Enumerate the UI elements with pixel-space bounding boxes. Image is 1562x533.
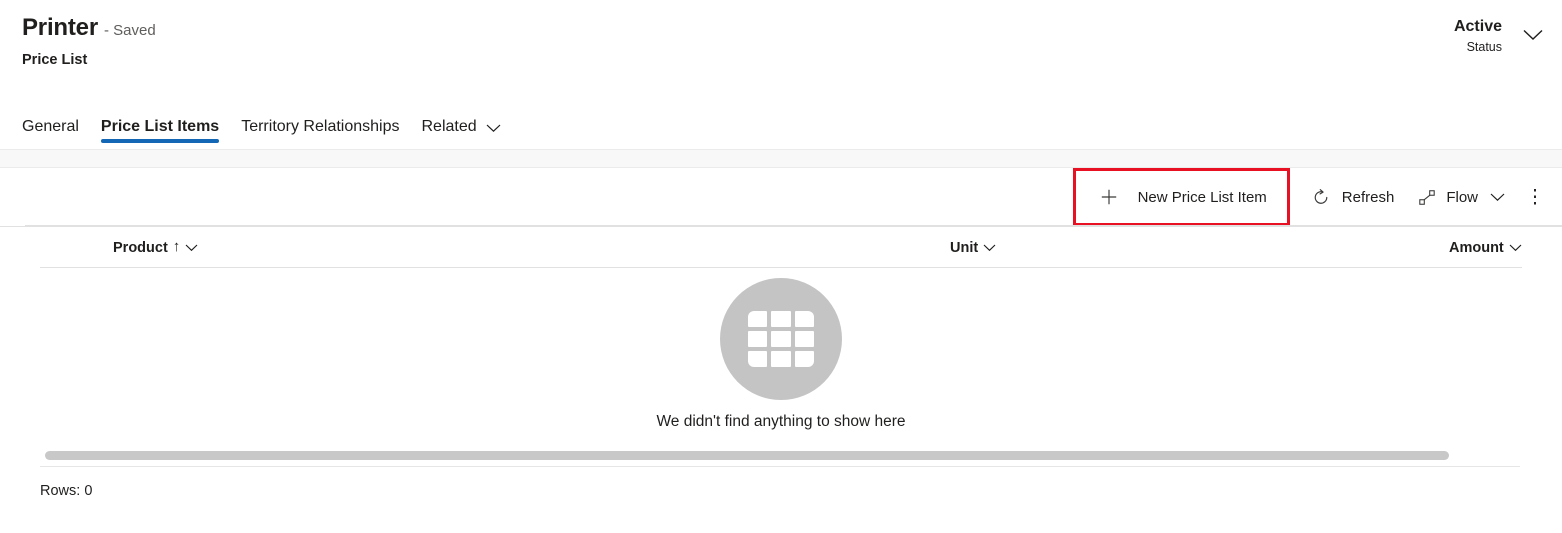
refresh-icon (1312, 188, 1330, 206)
column-label: Amount (1449, 239, 1504, 256)
grid-glyph (748, 311, 814, 367)
flow-label: Flow (1446, 188, 1478, 206)
grid-horizontal-scrollbar-area (0, 445, 1562, 467)
grid-footer: Rows: 0 (0, 467, 1562, 515)
entity-name-label: Price List (22, 52, 88, 68)
flow-icon (1418, 188, 1436, 206)
status-field-label: Status (1466, 40, 1502, 55)
tab-price-list-items[interactable]: Price List Items (90, 118, 230, 149)
sort-ascending-arrow-icon: ↑ (172, 238, 181, 255)
column-header-amount[interactable]: Amount (1443, 240, 1528, 256)
save-state-label: - Saved (103, 22, 156, 39)
new-price-list-item-button[interactable]: New Price List Item (1076, 177, 1287, 217)
flow-button[interactable]: Flow (1406, 177, 1518, 217)
refresh-button[interactable]: Refresh (1300, 177, 1407, 217)
empty-state-message: We didn't find anything to show here (656, 413, 906, 430)
record-header: Printer - Saved Price List Active Status… (0, 0, 1562, 149)
chevron-down-icon[interactable] (983, 244, 996, 252)
plus-icon (1100, 188, 1118, 206)
grid-command-bar: New Price List Item Refresh Flow ⋮ (0, 168, 1562, 226)
page-title: Printer (22, 14, 98, 41)
row-count-label: Rows: 0 (40, 483, 93, 499)
column-label: Unit (950, 239, 979, 256)
new-price-list-item-label: New Price List Item (1137, 188, 1267, 206)
grid-bottom-divider (40, 466, 1520, 467)
price-list-items-grid: Product ↑ Unit Amount We didn't find any… (0, 226, 1562, 515)
tab-general[interactable]: General (22, 118, 90, 149)
column-header-unit[interactable]: Unit (944, 240, 1002, 256)
tab-related[interactable]: Related (410, 118, 511, 149)
tab-list: General Price List Items Territory Relat… (22, 118, 512, 149)
status-text-group: Active Status (1454, 18, 1502, 54)
grid-empty-state: We didn't find anything to show here (0, 268, 1562, 445)
chevron-down-icon (1488, 188, 1506, 206)
grid-column-headers: Product ↑ Unit Amount (0, 226, 1562, 268)
tab-label: General (22, 118, 79, 135)
more-vertical-icon: ⋮ (1525, 186, 1545, 208)
record-title-block: Printer - Saved Price List (22, 16, 156, 69)
more-commands-button[interactable]: ⋮ (1518, 177, 1552, 217)
tab-territory-relationships[interactable]: Territory Relationships (230, 118, 410, 149)
status-badge: Active (1453, 18, 1502, 35)
section-separator-band (0, 149, 1562, 168)
grid-horizontal-scrollbar[interactable] (45, 451, 1449, 460)
scrollbar-thumb[interactable] (45, 451, 1449, 460)
column-label: Product (113, 239, 168, 256)
new-price-list-item-highlight: New Price List Item (1072, 168, 1290, 226)
chevron-down-icon (486, 124, 501, 133)
tab-label: Territory Relationships (241, 118, 400, 135)
column-header-product[interactable]: Product ↑ (107, 238, 204, 256)
chevron-down-icon[interactable] (1509, 244, 1522, 252)
empty-grid-illustration-icon (720, 278, 842, 400)
status-area: Active Status (1454, 18, 1546, 54)
tab-label: Price List Items (100, 118, 220, 135)
chevron-down-icon[interactable] (185, 244, 198, 252)
record-title-row: Printer - Saved (22, 16, 156, 40)
refresh-label: Refresh (1341, 188, 1395, 206)
status-chevron-down-icon[interactable] (1520, 22, 1546, 48)
tab-label: Related (421, 118, 477, 135)
